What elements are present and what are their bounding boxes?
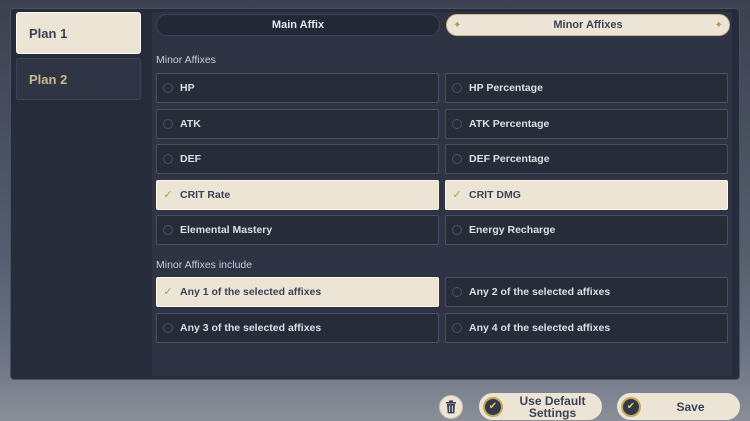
radio-circle-icon [163, 154, 173, 164]
radio-circle-icon [163, 225, 173, 235]
affix-option-label: HP [180, 82, 195, 94]
confirm-circle-icon: ✔ [621, 396, 641, 417]
use-default-settings-button[interactable]: ✔ Use Default Settings [479, 393, 602, 420]
tab-minor-affixes[interactable]: ✦ Minor Affixes ✦ [446, 14, 730, 36]
plan-2-tab[interactable]: Plan 2 [16, 58, 141, 100]
minor-affixes-heading: Minor Affixes [156, 54, 216, 66]
plan-1-tab[interactable]: Plan 1 [16, 12, 141, 54]
radio-circle-icon [452, 287, 462, 297]
affix-content: Main Affix ✦ Minor Affixes ✦ Minor Affix… [152, 12, 732, 376]
affix-option-energy-recharge[interactable]: Energy Recharge [445, 215, 728, 245]
confirm-circle-icon: ✔ [483, 396, 503, 417]
use-default-settings-label: Use Default Settings [519, 393, 586, 420]
radio-circle-icon [452, 154, 462, 164]
tab-main-affix[interactable]: Main Affix [156, 14, 440, 36]
check-icon: ✓ [163, 188, 173, 201]
affix-option-hp[interactable]: HP [156, 73, 439, 103]
tab-main-affix-label: Main Affix [271, 19, 325, 31]
tab-minor-affixes-label: Minor Affixes [553, 19, 623, 31]
star-left-icon: ✦ [453, 19, 462, 31]
affix-option-label: DEF Percentage [469, 153, 550, 165]
affix-option-label: ATK Percentage [469, 117, 550, 130]
affix-option-def-percentage[interactable]: DEF Percentage [445, 144, 728, 174]
star-right-icon: ✦ [714, 19, 723, 31]
affix-option-label: HP Percentage [469, 82, 543, 94]
radio-circle-icon [452, 118, 462, 129]
include-option-any-2-of-the-selected-affixes[interactable]: Any 2 of the selected affixes [445, 277, 728, 307]
include-option-any-3-of-the-selected-affixes[interactable]: Any 3 of the selected affixes [156, 312, 439, 343]
affix-option-label: CRIT DMG [469, 188, 521, 201]
include-option-label: Any 3 of the selected affixes [180, 321, 322, 334]
check-icon: ✓ [163, 286, 173, 298]
radio-circle-icon [452, 225, 462, 235]
plan-sidebar: Plan 1 Plan 2 [16, 12, 141, 104]
include-heading: Minor Affixes include [156, 259, 253, 271]
check-icon: ✓ [452, 188, 462, 201]
radio-circle-icon [163, 322, 173, 333]
plan-1-label: Plan 1 [29, 25, 68, 41]
affix-option-elemental-mastery[interactable]: Elemental Mastery [156, 215, 439, 245]
delete-plan-button[interactable] [439, 395, 463, 419]
radio-circle-icon [163, 83, 173, 93]
affix-option-crit-dmg[interactable]: ✓ CRIT DMG [445, 179, 728, 210]
affix-option-label: DEF [180, 153, 201, 165]
affix-option-label: CRIT Rate [180, 188, 231, 201]
radio-circle-icon [163, 118, 173, 129]
plan-2-label: Plan 2 [29, 71, 68, 87]
include-option-any-1-of-the-selected-affixes[interactable]: ✓ Any 1 of the selected affixes [156, 277, 439, 307]
include-option-label: Any 2 of the selected affixes [469, 286, 611, 298]
affix-option-hp-percentage[interactable]: HP Percentage [445, 73, 728, 103]
save-label: Save [676, 399, 705, 414]
include-option-any-4-of-the-selected-affixes[interactable]: Any 4 of the selected affixes [445, 312, 728, 343]
affix-tabs: Main Affix ✦ Minor Affixes ✦ [156, 14, 732, 36]
include-option-label: Any 1 of the selected affixes [180, 286, 322, 298]
radio-circle-icon [452, 83, 462, 93]
save-button[interactable]: ✔ Save [617, 393, 740, 420]
include-option-label: Any 4 of the selected affixes [469, 321, 611, 334]
trash-icon [446, 400, 456, 414]
affix-option-crit-rate[interactable]: ✓ CRIT Rate [156, 179, 439, 210]
affix-option-label: Elemental Mastery [180, 224, 273, 236]
affix-option-label: ATK [180, 117, 201, 130]
affix-option-atk[interactable]: ATK [156, 108, 439, 139]
affix-option-def[interactable]: DEF [156, 144, 439, 174]
affix-option-label: Energy Recharge [469, 224, 556, 236]
radio-circle-icon [452, 322, 462, 333]
affix-option-atk-percentage[interactable]: ATK Percentage [445, 108, 728, 139]
